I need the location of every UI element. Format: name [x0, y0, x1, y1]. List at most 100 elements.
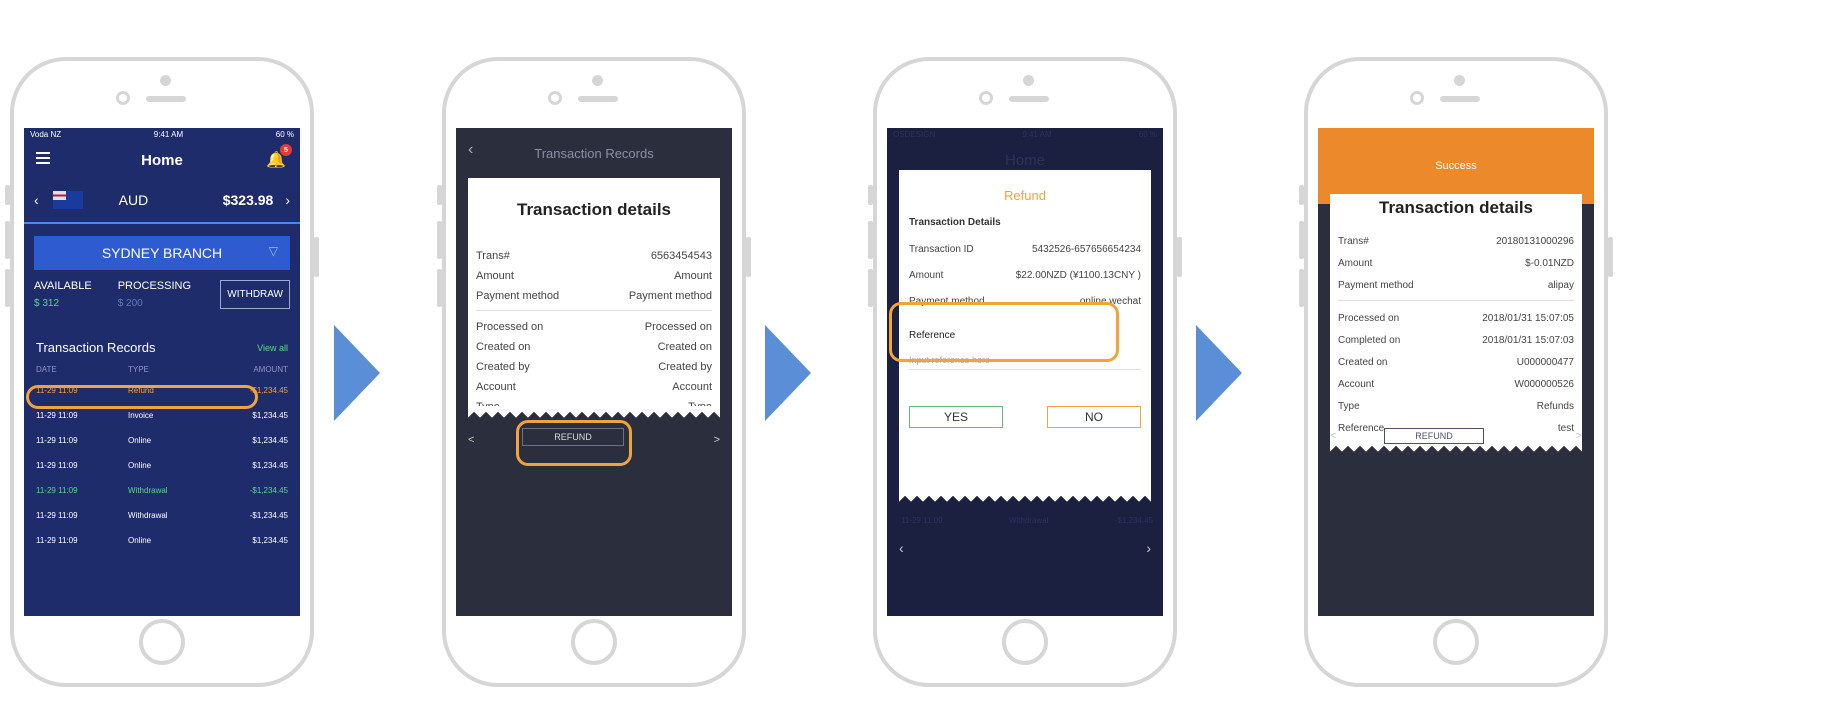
- table-row[interactable]: 11-29 11:09 Online $1,234.45: [24, 528, 300, 553]
- row-type: Withdrawal: [1008, 516, 1049, 525]
- divider: [1338, 300, 1574, 301]
- phone-camera: [548, 91, 562, 105]
- volume-up-button: [1299, 221, 1304, 259]
- next-icon[interactable]: >: [1576, 430, 1582, 442]
- volume-down-button: [1299, 269, 1304, 307]
- detail-value: W000000526: [1514, 378, 1575, 390]
- table-header: DATE TYPE AMOUNT: [24, 361, 300, 378]
- nav-bar: ‹ Transaction Records: [456, 128, 732, 178]
- home-button[interactable]: [1002, 619, 1048, 665]
- records-header: Transaction Records View all: [24, 330, 300, 361]
- detail-label: Transaction ID: [909, 243, 974, 255]
- torn-edge: [468, 406, 720, 418]
- phone-camera: [116, 91, 130, 105]
- power-button: [746, 237, 751, 277]
- transaction-records-screen: ‹ Transaction Records Transaction detail…: [456, 128, 732, 616]
- table-row[interactable]: 11-29 11:09 Withdrawal -$1,234.45: [24, 478, 300, 503]
- row-amount: -$1,234.45: [1114, 516, 1153, 525]
- detail-label: Trans#: [1338, 235, 1369, 247]
- column-header-type: TYPE: [128, 365, 149, 374]
- flow-arrow-1: [334, 325, 380, 421]
- prev-icon[interactable]: ‹: [899, 540, 904, 556]
- phone-camera: [1410, 91, 1424, 105]
- back-icon[interactable]: ‹: [468, 141, 473, 159]
- refund-button[interactable]: REFUND: [1384, 428, 1484, 444]
- detail-row: Processed on 2018/01/31 15:07:05: [1330, 307, 1582, 329]
- detail-label: Account: [476, 381, 516, 393]
- detail-row: Amount $22.00NZD (¥1100.13CNY ): [899, 262, 1151, 288]
- currency-switcher: ‹ AUD $323.98 ›: [24, 178, 300, 224]
- detail-label: Amount: [1338, 257, 1373, 269]
- battery-text: 60 %: [275, 130, 294, 139]
- detail-value: Account: [672, 381, 712, 393]
- phone-frame-4: Success Transaction details Trans# 201801…: [1299, 57, 1613, 687]
- volume-down-button: [437, 269, 442, 307]
- clock-text: 9:41 AM: [153, 130, 184, 139]
- detail-row: Payment method Payment method: [468, 286, 720, 306]
- home-button[interactable]: [571, 619, 617, 665]
- row-date: 11-29 11:09: [36, 461, 78, 470]
- chevron-right-icon[interactable]: ›: [285, 192, 290, 208]
- chevron-left-icon[interactable]: ‹: [34, 192, 39, 208]
- table-row[interactable]: 11-29 11:09 Online $1,234.45: [24, 453, 300, 478]
- phone-sensor: [160, 75, 171, 86]
- phone-camera: [979, 91, 993, 105]
- receipt-details-top: Trans# 6563454543 Amount Amount Payment meth…: [468, 246, 720, 306]
- carrier-text: Voda NZ: [30, 130, 62, 139]
- balances-panel: AVAILABLE $ 312 PROCESSING $ 200 WITHDRA…: [24, 280, 300, 330]
- clock-text: 9:41 AM: [1022, 130, 1052, 139]
- home-button[interactable]: [139, 619, 185, 665]
- row-date: 11-29 11:09: [36, 536, 78, 545]
- prev-icon[interactable]: <: [1330, 430, 1336, 442]
- row-amount: -$1,234.45: [249, 511, 288, 520]
- receipt-card: Transaction details Trans# 6563454543 Amou…: [468, 178, 720, 418]
- battery-text: 60 %: [1138, 130, 1157, 139]
- no-button[interactable]: NO: [1047, 406, 1141, 428]
- row-date: 11-29 11:09: [36, 411, 78, 420]
- prev-icon[interactable]: <: [468, 434, 474, 446]
- branch-selector[interactable]: SYDNEY BRANCH ▽: [34, 236, 290, 270]
- row-type: Online: [128, 461, 152, 470]
- row-amount: $1,234.45: [252, 461, 288, 470]
- phone-sensor: [1454, 75, 1465, 86]
- row-type: Withdrawal: [128, 511, 168, 520]
- detail-value: U000000477: [1516, 356, 1574, 368]
- yes-button[interactable]: YES: [909, 406, 1003, 428]
- view-all-link[interactable]: View all: [257, 343, 288, 353]
- detail-row: Created on Created on: [468, 337, 720, 357]
- menu-icon[interactable]: [36, 152, 50, 167]
- detail-value: $22.00NZD (¥1100.13CNY ): [1015, 269, 1141, 281]
- volume-down-button: [868, 269, 873, 307]
- home-button[interactable]: [1433, 619, 1479, 665]
- refund-dialog-screen: OSDESIGN 9:41 AM 60 % Home Refund Transa…: [887, 128, 1163, 616]
- detail-label: Created on: [476, 341, 531, 353]
- detail-value: $-0.01NZD: [1525, 257, 1574, 269]
- processing-value: $ 200: [117, 298, 143, 309]
- mute-switch: [1299, 185, 1304, 205]
- detail-label: Trans#: [476, 250, 510, 262]
- detail-label: Created on: [1338, 356, 1388, 368]
- phone-speaker: [578, 96, 618, 102]
- next-icon[interactable]: ›: [1146, 540, 1151, 556]
- section-title: Transaction Details: [909, 217, 1001, 228]
- page-title: Transaction Records: [534, 145, 654, 161]
- phone-frame-1: Voda NZ 9:41 AM 60 % Home 🔔 5 ‹ AUD $323…: [5, 57, 319, 687]
- invoice-row-highlight: [26, 385, 258, 409]
- row-type: Invoice: [128, 411, 154, 420]
- receipt-details-bottom: Processed on 2018/01/31 15:07:05 Completed…: [1330, 307, 1582, 439]
- row-amount: $1,234.45: [252, 411, 288, 420]
- mute-switch: [5, 185, 10, 205]
- status-bar: Voda NZ 9:41 AM 60 %: [24, 128, 300, 142]
- table-row[interactable]: 11-29 11:09 Withdrawal -$1,234.45: [24, 503, 300, 528]
- detail-row: Payment method alipay: [1330, 274, 1582, 296]
- next-icon[interactable]: >: [714, 434, 720, 446]
- volume-up-button: [868, 221, 873, 259]
- table-row[interactable]: 11-29 11:09 Online $1,234.45: [24, 428, 300, 453]
- dialog-actions: YES NO: [909, 406, 1141, 428]
- detail-row: Amount $-0.01NZD: [1330, 252, 1582, 274]
- withdraw-button[interactable]: WITHDRAW: [220, 280, 290, 309]
- detail-row: Account Account: [468, 377, 720, 397]
- column-header-amount: AMOUNT: [253, 365, 288, 374]
- detail-row: Trans# 20180131000296: [1330, 230, 1582, 252]
- power-button: [314, 237, 319, 277]
